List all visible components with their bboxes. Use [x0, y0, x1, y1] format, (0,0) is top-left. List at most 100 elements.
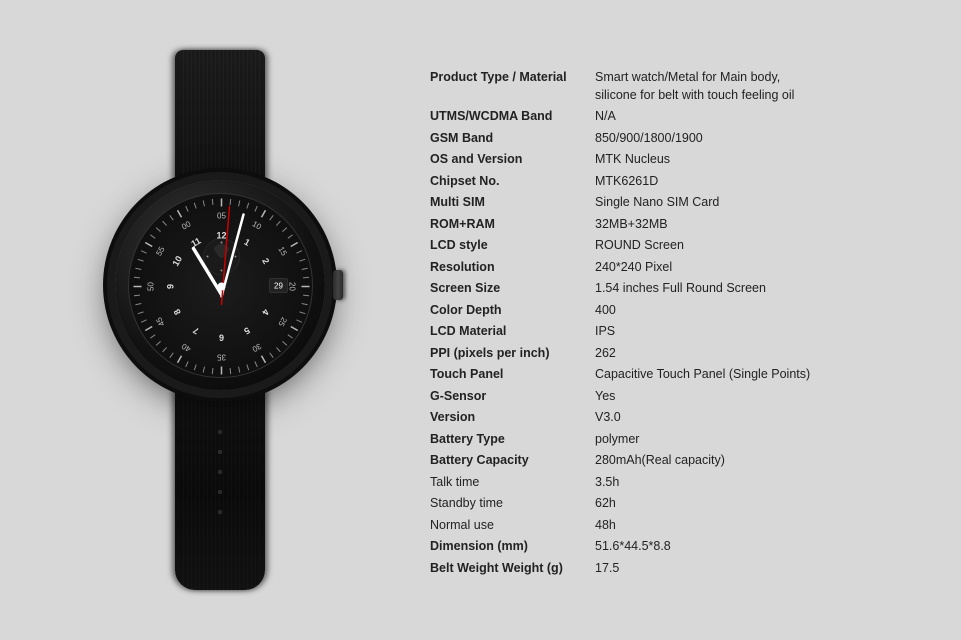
svg-text:10: 10 — [250, 219, 263, 232]
spec-value-screen-size: 1.54 inches Full Round Screen — [595, 280, 766, 298]
svg-text:30: 30 — [250, 341, 263, 354]
spec-label-product-type: Product Type / Material — [430, 69, 595, 87]
svg-text:11: 11 — [189, 235, 202, 248]
spec-value-lcd-style: ROUND Screen — [595, 237, 684, 255]
spec-label-utms: UTMS/WCDMA Band — [430, 108, 595, 126]
svg-text:1: 1 — [242, 236, 251, 247]
watch-section: 05 10 15 20 25 30 35 40 45 50 55 00 — [30, 50, 410, 590]
band-hole-1 — [218, 430, 222, 434]
spec-label-gsm: GSM Band — [430, 130, 595, 148]
svg-text:40: 40 — [179, 341, 192, 354]
svg-text:8: 8 — [171, 307, 182, 316]
spec-row-normal-use: Normal use 48h — [430, 517, 931, 535]
spec-row-gsm: GSM Band 850/900/1800/1900 — [430, 130, 931, 148]
spec-value-version: V3.0 — [595, 409, 621, 427]
spec-label-resolution: Resolution — [430, 259, 595, 277]
spec-label-battery-capacity: Battery Capacity — [430, 452, 595, 470]
spec-row-talk-time: Talk time 3.5h — [430, 474, 931, 492]
spec-label-battery-type: Battery Type — [430, 431, 595, 449]
spec-row-utms: UTMS/WCDMA Band N/A — [430, 108, 931, 126]
spec-row-standby: Standby time 62h — [430, 495, 931, 513]
svg-text:5: 5 — [242, 325, 251, 336]
watch-body: 05 10 15 20 25 30 35 40 45 50 55 00 — [115, 180, 325, 390]
spec-value-utms: N/A — [595, 108, 616, 126]
spec-label-os: OS and Version — [430, 151, 595, 169]
spec-row-version: Version V3.0 — [430, 409, 931, 427]
svg-text:50: 50 — [146, 281, 155, 290]
spec-value-standby: 62h — [595, 495, 616, 513]
svg-text:15: 15 — [276, 245, 289, 258]
spec-row-os: OS and Version MTK Nucleus — [430, 151, 931, 169]
band-hole-3 — [218, 470, 222, 474]
spec-label-touch-panel: Touch Panel — [430, 366, 595, 384]
spec-row-product-type: Product Type / Material Smart watch/Meta… — [430, 69, 931, 104]
spec-row-belt-weight: Belt Weight Weight (g) 17.5 — [430, 560, 931, 578]
svg-text:25: 25 — [276, 315, 289, 328]
svg-text:10: 10 — [170, 254, 184, 268]
spec-label-chipset: Chipset No. — [430, 173, 595, 191]
spec-row-resolution: Resolution 240*240 Pixel — [430, 259, 931, 277]
spec-label-sim: Multi SIM — [430, 194, 595, 212]
spec-row-gsensor: G-Sensor Yes — [430, 388, 931, 406]
band-hole-2 — [218, 450, 222, 454]
svg-text:55: 55 — [154, 244, 167, 257]
spec-label-color-depth: Color Depth — [430, 302, 595, 320]
spec-row-lcd-material: LCD Material IPS — [430, 323, 931, 341]
spec-label-belt-weight: Belt Weight Weight (g) — [430, 560, 595, 578]
watch-bezel-svg: 05 10 15 20 25 30 35 40 45 50 55 00 — [129, 194, 313, 378]
spec-label-normal-use: Normal use — [430, 517, 595, 535]
spec-value-normal-use: 48h — [595, 517, 616, 535]
watch-band-bottom — [175, 390, 265, 590]
spec-row-touch-panel: Touch Panel Capacitive Touch Panel (Sing… — [430, 366, 931, 384]
spec-value-lcd-material: IPS — [595, 323, 615, 341]
spec-row-screen-size: Screen Size 1.54 inches Full Round Scree… — [430, 280, 931, 298]
spec-value-touch-panel: Capacitive Touch Panel (Single Points) — [595, 366, 810, 384]
svg-text:29: 29 — [274, 281, 283, 290]
svg-text:7: 7 — [191, 325, 200, 336]
spec-row-ppi: PPI (pixels per inch) 262 — [430, 345, 931, 363]
spec-value-battery-capacity: 280mAh(Real capacity) — [595, 452, 725, 470]
svg-text:9: 9 — [165, 283, 175, 288]
spec-label-dimension: Dimension (mm) — [430, 538, 595, 556]
spec-row-lcd-style: LCD style ROUND Screen — [430, 237, 931, 255]
main-container: 05 10 15 20 25 30 35 40 45 50 55 00 — [0, 0, 961, 640]
spec-row-color-depth: Color Depth 400 — [430, 302, 931, 320]
spec-label-screen-size: Screen Size — [430, 280, 595, 298]
spec-value-romram: 32MB+32MB — [595, 216, 668, 234]
spec-value-belt-weight: 17.5 — [595, 560, 619, 578]
spec-label-lcd-material: LCD Material — [430, 323, 595, 341]
spec-label-lcd-style: LCD style — [430, 237, 595, 255]
svg-text:4: 4 — [260, 307, 271, 316]
svg-text:2: 2 — [260, 256, 271, 265]
spec-row-romram: ROM+RAM 32MB+32MB — [430, 216, 931, 234]
watch-band-top — [175, 50, 265, 180]
spec-row-battery-type: Battery Type polymer — [430, 431, 931, 449]
spec-row-battery-capacity: Battery Capacity 280mAh(Real capacity) — [430, 452, 931, 470]
svg-text:45: 45 — [154, 315, 167, 328]
spec-value-dimension: 51.6*44.5*8.8 — [595, 538, 671, 556]
specs-table: Product Type / Material Smart watch/Meta… — [430, 69, 931, 577]
watch-crown — [333, 270, 343, 300]
spec-row-sim: Multi SIM Single Nano SIM Card — [430, 194, 931, 212]
spec-row-dimension: Dimension (mm) 51.6*44.5*8.8 — [430, 538, 931, 556]
svg-text:05: 05 — [217, 211, 226, 220]
specs-section: Product Type / Material Smart watch/Meta… — [410, 59, 931, 581]
watch-face: 05 10 15 20 25 30 35 40 45 50 55 00 — [128, 193, 313, 378]
band-hole-5 — [218, 510, 222, 514]
spec-label-romram: ROM+RAM — [430, 216, 595, 234]
svg-text:35: 35 — [216, 352, 225, 361]
spec-value-color-depth: 400 — [595, 302, 616, 320]
spec-value-sim: Single Nano SIM Card — [595, 194, 719, 212]
spec-label-talk-time: Talk time — [430, 474, 595, 492]
spec-label-standby: Standby time — [430, 495, 595, 513]
watch-wrapper: 05 10 15 20 25 30 35 40 45 50 55 00 — [115, 50, 325, 590]
spec-value-battery-type: polymer — [595, 431, 639, 449]
svg-text:00: 00 — [180, 219, 193, 232]
svg-text:6: 6 — [218, 332, 223, 342]
spec-label-gsensor: G-Sensor — [430, 388, 595, 406]
spec-value-gsensor: Yes — [595, 388, 615, 406]
spec-value-chipset: MTK6261D — [595, 173, 658, 191]
spec-value-talk-time: 3.5h — [595, 474, 619, 492]
band-hole-4 — [218, 490, 222, 494]
spec-row-chipset: Chipset No. MTK6261D — [430, 173, 931, 191]
